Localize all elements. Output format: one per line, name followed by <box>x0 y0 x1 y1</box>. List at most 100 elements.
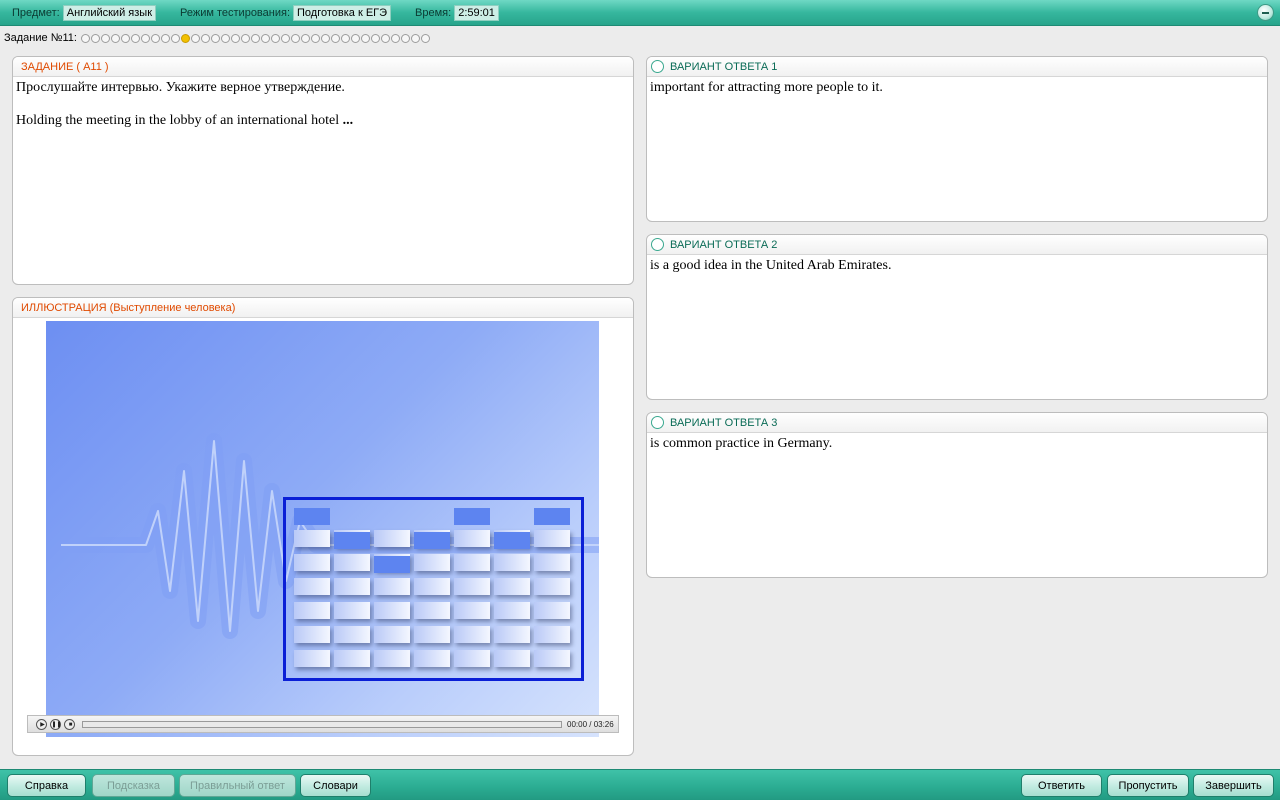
task-dot[interactable] <box>190 33 200 43</box>
task-stem-text: Holding the meeting in the lobby of an i… <box>16 113 340 128</box>
answer-button[interactable]: Ответить <box>1021 774 1102 797</box>
answer-2-label: ВАРИАНТ ОТВЕТА 2 <box>670 238 778 251</box>
correct-answer-button[interactable]: Правильный ответ <box>179 774 296 797</box>
equalizer-cell <box>454 626 490 643</box>
task-dot[interactable] <box>230 33 240 43</box>
task-instruction: Прослушайте интервью. Укажите верное утв… <box>16 80 345 95</box>
task-dot[interactable] <box>280 33 290 43</box>
task-dot[interactable] <box>240 33 250 43</box>
task-dot[interactable] <box>200 33 210 43</box>
radio-icon[interactable] <box>651 416 664 429</box>
task-dot[interactable] <box>350 33 360 43</box>
equalizer-cell <box>534 554 570 571</box>
mode-value: Подготовка к ЕГЭ <box>293 4 392 21</box>
equalizer-cell <box>494 578 530 595</box>
task-dot[interactable] <box>100 33 110 43</box>
skip-button[interactable]: Пропустить <box>1107 774 1189 797</box>
equalizer-cell <box>494 602 530 619</box>
equalizer-cell <box>494 626 530 643</box>
equalizer-cell <box>414 602 450 619</box>
task-dot[interactable] <box>180 33 190 43</box>
task-stem: Holding the meeting in the lobby of an i… <box>16 112 630 129</box>
task-dot[interactable] <box>210 33 220 43</box>
equalizer-cell <box>454 650 490 667</box>
task-dot[interactable] <box>410 33 420 43</box>
task-dot[interactable] <box>340 33 350 43</box>
equalizer-cell <box>374 530 410 547</box>
time-value: 2:59:01 <box>454 4 499 21</box>
seek-bar[interactable] <box>82 720 562 728</box>
illustration-panel: ИЛЛЮСТРАЦИЯ (Выступление человека) ▶ ❚❚ … <box>12 297 634 756</box>
radio-icon[interactable] <box>651 60 664 73</box>
stop-icon[interactable]: ■ <box>64 718 75 730</box>
task-progress: Задание №11: <box>4 32 431 44</box>
pause-icon[interactable]: ❚❚ <box>50 718 62 730</box>
hint-button[interactable]: Подсказка <box>92 774 175 797</box>
equalizer-cell <box>374 626 410 643</box>
equalizer-cell <box>534 626 570 643</box>
task-dot[interactable] <box>80 33 90 43</box>
task-dot[interactable] <box>170 33 180 43</box>
equalizer-cell <box>494 650 530 667</box>
task-dot[interactable] <box>150 33 160 43</box>
answer-option-2[interactable]: ВАРИАНТ ОТВЕТА 2 is a good idea in the U… <box>646 234 1268 400</box>
task-dot[interactable] <box>360 33 370 43</box>
task-dot[interactable] <box>250 33 260 43</box>
help-button[interactable]: Справка <box>7 774 86 797</box>
equalizer-frame <box>283 497 584 681</box>
equalizer-cap <box>534 508 570 525</box>
task-dot[interactable] <box>90 33 100 43</box>
play-icon[interactable]: ▶ <box>36 718 47 730</box>
task-dot[interactable] <box>390 33 400 43</box>
answer-1-label: ВАРИАНТ ОТВЕТА 1 <box>670 60 778 73</box>
bottom-bar: Справка Подсказка Правильный ответ Слова… <box>0 769 1280 800</box>
dictionaries-button[interactable]: Словари <box>300 774 371 797</box>
task-panel: ЗАДАНИЕ ( A11 ) Прослушайте интервью. Ук… <box>12 56 634 285</box>
radio-icon[interactable] <box>651 238 664 251</box>
task-dot[interactable] <box>120 33 130 43</box>
subject-value: Английский язык <box>62 4 157 21</box>
task-dot[interactable] <box>300 33 310 43</box>
task-dots <box>80 33 431 43</box>
equalizer-cap <box>454 508 490 525</box>
task-dot[interactable] <box>270 33 280 43</box>
equalizer-cap <box>414 532 450 549</box>
task-dot[interactable] <box>130 33 140 43</box>
time-label: Время: <box>415 6 452 19</box>
task-dot[interactable] <box>160 33 170 43</box>
top-bar: Предмет: Английский язык Режим тестирова… <box>0 0 1280 26</box>
task-dot[interactable] <box>290 33 300 43</box>
task-dot[interactable] <box>320 33 330 43</box>
answer-option-3[interactable]: ВАРИАНТ ОТВЕТА 3 is common practice in G… <box>646 412 1268 578</box>
player-time: 00:00 / 03:26 <box>567 719 614 729</box>
task-dot[interactable] <box>260 33 270 43</box>
equalizer-cell <box>334 578 370 595</box>
task-dot[interactable] <box>400 33 410 43</box>
task-dot[interactable] <box>420 33 430 43</box>
task-dot[interactable] <box>380 33 390 43</box>
task-dot[interactable] <box>140 33 150 43</box>
equalizer-cap <box>334 532 370 549</box>
minimize-icon[interactable] <box>1257 4 1274 21</box>
task-number-label: Задание №11: <box>4 32 77 44</box>
task-dot[interactable] <box>370 33 380 43</box>
task-heading: ЗАДАНИЕ ( A11 ) <box>13 57 633 77</box>
task-dot[interactable] <box>220 33 230 43</box>
equalizer-cell <box>414 650 450 667</box>
equalizer-cell <box>334 602 370 619</box>
answer-1-text: important for attracting more people to … <box>650 80 883 95</box>
answer-option-1[interactable]: ВАРИАНТ ОТВЕТА 1 important for attractin… <box>646 56 1268 222</box>
mode-label: Режим тестирования: <box>180 6 291 19</box>
equalizer-cell <box>534 650 570 667</box>
equalizer-cell <box>534 530 570 547</box>
task-dot[interactable] <box>110 33 120 43</box>
equalizer-cell <box>294 578 330 595</box>
equalizer-cell <box>454 602 490 619</box>
task-dot[interactable] <box>330 33 340 43</box>
task-dot[interactable] <box>310 33 320 43</box>
equalizer-cell <box>414 626 450 643</box>
equalizer-cell <box>294 626 330 643</box>
answer-2-text: is a good idea in the United Arab Emirat… <box>650 258 892 273</box>
equalizer-cap <box>294 508 330 525</box>
finish-button[interactable]: Завершить <box>1193 774 1274 797</box>
